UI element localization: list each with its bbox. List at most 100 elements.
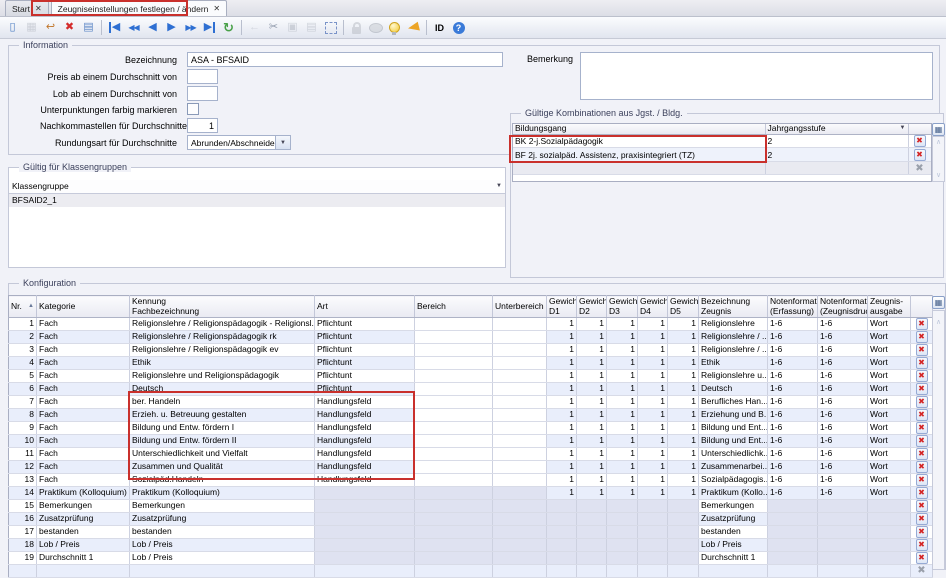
gewicht-cell[interactable] [638,500,668,513]
notenformat-erfassung-cell[interactable]: 1-6 [768,331,818,344]
kategorie-cell[interactable]: Fach [37,383,130,396]
gewicht-cell[interactable] [547,539,577,552]
kombinationen-scrollbar[interactable]: ∧ ∨ [932,136,945,182]
unterbereich-cell[interactable] [493,526,547,539]
unterbereich-cell[interactable] [493,513,547,526]
delete-row-icon[interactable]: ✖ [916,383,928,395]
art-cell[interactable]: Pflichtunt [315,357,415,370]
bezeichnung-zeugnis-cell[interactable]: Ethik [699,357,768,370]
nr-cell[interactable]: 15 [9,500,37,513]
notenformat-zeugnisdruck-cell[interactable] [818,513,868,526]
gewicht-cell[interactable]: 1 [547,357,577,370]
chevron-down-icon[interactable]: ▼ [496,180,502,193]
gewicht-cell[interactable]: 1 [668,422,699,435]
bezeichnung-zeugnis-cell[interactable]: Zusammenarbei... [699,461,768,474]
gewicht-cell[interactable]: 1 [547,422,577,435]
chevron-down-icon[interactable]: ▼ [275,136,290,149]
delete-row-icon[interactable]: ✖ [916,461,928,473]
delete-row-icon[interactable]: ✖ [914,135,926,147]
zeugnisausgabe-cell[interactable]: Wort [868,461,911,474]
kategorie-cell[interactable]: Fach [37,448,130,461]
rundungsart-select[interactable]: Abrunden/Abschneiden ▼ [187,135,291,150]
kennung-cell[interactable]: Bildung und Entw. fördern II [130,435,315,448]
paste-icon[interactable]: ▤ [302,19,321,37]
gewicht-cell[interactable] [668,500,699,513]
gewicht-cell[interactable]: 1 [577,396,607,409]
notenformat-erfassung-cell[interactable]: 1-6 [768,435,818,448]
gewicht-cell[interactable]: 1 [638,435,668,448]
zeugnisausgabe-cell[interactable]: Wort [868,474,911,487]
kennung-cell[interactable]: Zusatzprüfung [130,513,315,526]
delete-row-icon[interactable]: ✖ [916,487,928,499]
delete-row-icon[interactable]: ✖ [914,149,926,161]
bereich-cell[interactable] [415,318,493,331]
gewicht-cell[interactable] [607,539,638,552]
unterbereich-cell[interactable] [493,409,547,422]
kategorie-cell[interactable]: Fach [37,370,130,383]
art-cell[interactable]: Pflichtunt [315,344,415,357]
gewicht-cell[interactable] [607,552,638,565]
gewicht-cell[interactable] [547,526,577,539]
gewicht-cell[interactable]: 1 [547,396,577,409]
kennung-cell[interactable]: Bemerkungen [130,500,315,513]
column-header[interactable]: Unterbereich [493,296,547,318]
gewicht-cell[interactable]: 1 [668,396,699,409]
delete-row-icon[interactable]: ✖ [916,474,928,486]
art-cell[interactable]: Handlungsfeld [315,448,415,461]
ellipse-icon[interactable] [366,19,385,37]
art-cell[interactable]: Pflichtunt [315,318,415,331]
delete-row-icon[interactable]: ✖ [916,435,928,447]
bereich-cell[interactable] [415,526,493,539]
zeugnisausgabe-cell[interactable] [868,526,911,539]
gewicht-cell[interactable]: 1 [668,344,699,357]
gewicht-cell[interactable]: 1 [638,331,668,344]
bezeichnung-zeugnis-cell[interactable]: Zusatzprüfung [699,513,768,526]
notenformat-erfassung-cell[interactable]: 1-6 [768,318,818,331]
bezeichnung-zeugnis-cell[interactable]: Religionslehre u... [699,370,768,383]
gewicht-cell[interactable]: 1 [577,435,607,448]
gewicht-cell[interactable]: 1 [607,318,638,331]
gewicht-cell[interactable]: 1 [638,448,668,461]
notenformat-zeugnisdruck-cell[interactable]: 1-6 [818,448,868,461]
bezeichnung-zeugnis-cell[interactable]: Lob / Preis [699,539,768,552]
column-header[interactable]: GewichtD1 [547,296,577,318]
unterbereich-cell[interactable] [493,448,547,461]
nr-cell[interactable]: 1 [9,318,37,331]
zeugnisausgabe-cell[interactable]: Wort [868,370,911,383]
gewicht-cell[interactable]: 1 [607,409,638,422]
nr-cell[interactable]: 17 [9,526,37,539]
gewicht-cell[interactable] [638,526,668,539]
column-chooser-button[interactable]: ▦ [932,123,945,136]
column-header[interactable]: GewichtD3 [607,296,638,318]
bezeichnung-zeugnis-cell[interactable]: Unterschiedlichk... [699,448,768,461]
notenformat-zeugnisdruck-cell[interactable] [818,539,868,552]
gewicht-cell[interactable]: 1 [577,409,607,422]
column-header[interactable]: GewichtD2 [577,296,607,318]
bezeichnung-zeugnis-cell[interactable]: Religionslehre / ... [699,344,768,357]
art-cell[interactable] [315,552,415,565]
bereich-cell[interactable] [415,370,493,383]
notenformat-zeugnisdruck-cell[interactable]: 1-6 [818,318,868,331]
nr-cell[interactable]: 5 [9,370,37,383]
help-icon[interactable] [449,19,468,37]
kategorie-cell[interactable]: Fach [37,357,130,370]
nav-prev-icon[interactable]: ◀ [143,19,162,37]
gewicht-cell[interactable]: 1 [607,357,638,370]
column-header[interactable]: Nr.▲ [9,296,37,318]
column-header[interactable]: Bildungsgang [513,124,765,134]
gewicht-cell[interactable]: 1 [668,383,699,396]
close-icon[interactable]: ✕ [213,2,220,16]
gewicht-cell[interactable]: 1 [547,370,577,383]
nav-next-fast-icon[interactable]: ▶▶ [181,19,200,37]
bereich-cell[interactable] [415,513,493,526]
konfiguration-row[interactable]: 9FachBildung und Entw. fördern IHandlung… [9,422,933,435]
zeugnisausgabe-cell[interactable]: Wort [868,344,911,357]
gewicht-cell[interactable]: 1 [607,487,638,500]
notenformat-erfassung-cell[interactable]: 1-6 [768,409,818,422]
gewicht-cell[interactable]: 1 [668,331,699,344]
art-cell[interactable]: Handlungsfeld [315,461,415,474]
bereich-cell[interactable] [415,552,493,565]
unterbereich-cell[interactable] [493,370,547,383]
gewicht-cell[interactable]: 1 [607,396,638,409]
art-cell[interactable] [315,487,415,500]
